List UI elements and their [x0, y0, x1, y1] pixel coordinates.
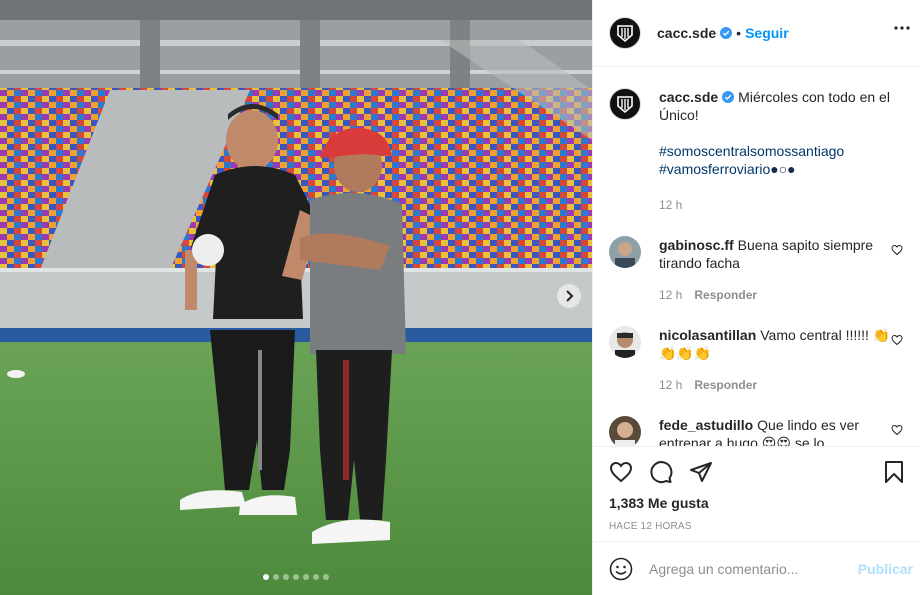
- caption: cacc.sde Miércoles con todo en el Único! …: [609, 88, 905, 214]
- verified-badge-icon: [720, 27, 733, 39]
- commenter-avatar[interactable]: [609, 416, 641, 446]
- like-button[interactable]: [609, 460, 633, 484]
- club-logo-icon: [617, 25, 633, 43]
- carousel-dot: [283, 574, 289, 580]
- post-actions: 1,383 Me gusta HACE 12 HORAS: [593, 446, 920, 532]
- carousel-dot: [293, 574, 299, 580]
- comment-icon: [650, 461, 673, 484]
- comment-time[interactable]: 12 h: [659, 286, 682, 304]
- bookmark-icon: [885, 461, 903, 483]
- avatar-photo: [609, 326, 641, 358]
- comment-username[interactable]: fede_astudillo: [659, 417, 753, 433]
- carousel-dot: [273, 574, 279, 580]
- heart-icon: [609, 461, 633, 483]
- like-comment-icon[interactable]: [891, 424, 903, 436]
- share-icon: [690, 462, 712, 482]
- emoji-icon[interactable]: [609, 557, 633, 581]
- post-side-panel: cacc.sde • Seguir cacc.sde Miércoles con…: [592, 0, 920, 595]
- hashtag-link[interactable]: #somoscentralsomossantiago: [659, 143, 844, 159]
- like-comment-icon[interactable]: [891, 334, 903, 346]
- save-button[interactable]: [883, 460, 905, 484]
- carousel-dot: [313, 574, 319, 580]
- next-slide-button[interactable]: [557, 284, 581, 308]
- like-comment-icon[interactable]: [891, 244, 903, 256]
- caption-time[interactable]: 12 h: [659, 196, 682, 214]
- post-header: cacc.sde • Seguir: [593, 0, 920, 67]
- carousel-dot: [263, 574, 269, 580]
- chevron-right-icon: [566, 290, 574, 302]
- comment-button[interactable]: [649, 460, 673, 484]
- publish-button[interactable]: Publicar: [858, 561, 913, 577]
- carousel-dot: [323, 574, 329, 580]
- add-comment-bar: Publicar: [593, 541, 920, 595]
- post-media[interactable]: [0, 0, 592, 595]
- separator: •: [736, 25, 742, 41]
- reply-button[interactable]: Responder: [694, 286, 757, 304]
- follow-button[interactable]: Seguir: [745, 25, 789, 41]
- caption-username[interactable]: cacc.sde: [659, 89, 718, 105]
- caption-avatar[interactable]: [609, 88, 641, 120]
- comment-time[interactable]: 12 h: [659, 376, 682, 394]
- author-avatar[interactable]: [609, 17, 641, 49]
- more-icon[interactable]: [894, 26, 910, 30]
- commenter-avatar[interactable]: [609, 236, 641, 268]
- comment-item: nicolasantillan Vamo central !!!!!! 👏👏👏👏 …: [609, 326, 905, 394]
- comment-item: fede_astudillo Que lindo es ver entrenar …: [609, 416, 905, 446]
- commenter-avatar[interactable]: [609, 326, 641, 358]
- comment-input[interactable]: [649, 560, 849, 577]
- carousel-dot: [303, 574, 309, 580]
- post-photo: [0, 0, 592, 595]
- comment-username[interactable]: nicolasantillan: [659, 327, 756, 343]
- club-logo-icon: [617, 96, 633, 114]
- author-username[interactable]: cacc.sde: [657, 25, 716, 41]
- hashtag-link[interactable]: #vamosferroviario: [659, 161, 770, 177]
- comment-username[interactable]: gabinosc.ff: [659, 237, 734, 253]
- comments-list[interactable]: cacc.sde Miércoles con todo en el Único! …: [593, 68, 920, 446]
- avatar-photo: [609, 236, 641, 268]
- avatar-photo: [609, 416, 641, 446]
- verified-badge-icon: [722, 91, 735, 103]
- likes-count[interactable]: 1,383 Me gusta: [609, 495, 905, 511]
- share-button[interactable]: [689, 460, 713, 484]
- post-timestamp[interactable]: HACE 12 HORAS: [609, 521, 905, 532]
- instagram-post: cacc.sde • Seguir cacc.sde Miércoles con…: [0, 0, 920, 595]
- caption-emoji: ●○●: [770, 161, 796, 177]
- reply-button[interactable]: Responder: [694, 376, 757, 394]
- comment-item: gabinosc.ff Buena sapito siempre tirando …: [609, 236, 905, 304]
- carousel-indicator: [0, 574, 592, 580]
